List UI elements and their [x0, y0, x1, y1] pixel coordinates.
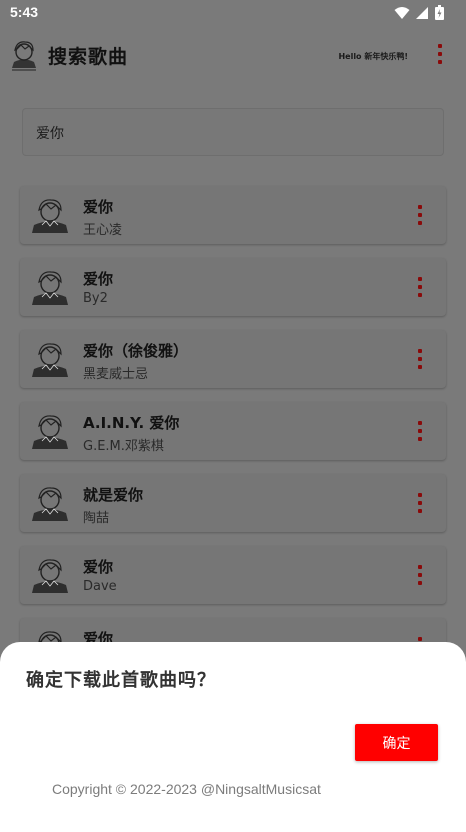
song-list-item[interactable]: 爱你 Dave [20, 546, 446, 604]
song-cover-icon [32, 199, 68, 233]
dialog-title: 确定下载此首歌曲吗？ [26, 670, 216, 691]
wifi-icon [394, 6, 410, 19]
song-list: 爱你 王心凌 爱你 By2 爱你（徐俊雅） 黑麦威士忌 A.I.N.Y. 爱你 … [20, 186, 446, 690]
signal-icon [416, 6, 428, 19]
song-title: 爱你 [83, 270, 114, 288]
song-artist: By2 [83, 291, 108, 306]
song-cover-icon [32, 415, 68, 449]
battery-icon [435, 5, 444, 20]
song-more-icon[interactable] [418, 349, 422, 369]
copyright-text: Copyright © 2022-2023 @NingsaltMusicsat [52, 781, 321, 797]
song-list-item[interactable]: 爱你 王心凌 [20, 186, 446, 244]
greeting-text: Hello 新年快乐鸭! [338, 52, 408, 61]
confirm-button[interactable]: 确定 [355, 724, 438, 761]
song-artist: 黑麦威士忌 [83, 367, 149, 382]
app-bar: 搜索歌曲 Hello 新年快乐鸭! [0, 26, 466, 86]
song-list-item[interactable]: 爱你（徐俊雅） 黑麦威士忌 [20, 330, 446, 388]
song-artist: Dave [83, 579, 117, 594]
song-title: 就是爱你 [83, 486, 144, 504]
song-list-item[interactable]: A.I.N.Y. 爱你 G.E.M.邓紫棋 [20, 402, 446, 460]
song-cover-icon [32, 343, 68, 377]
song-more-icon[interactable] [418, 565, 422, 585]
song-more-icon[interactable] [418, 277, 422, 297]
song-title: 爱你 [83, 558, 114, 576]
status-time: 5:43 [10, 4, 39, 20]
app-avatar-icon [12, 41, 36, 71]
song-cover-icon [32, 559, 68, 593]
status-bar: 5:43 [0, 0, 466, 26]
song-artist: 王心凌 [83, 223, 123, 238]
search-input[interactable] [36, 123, 416, 143]
song-cover-icon [32, 271, 68, 305]
song-artist: G.E.M.邓紫棋 [83, 439, 164, 454]
search-field[interactable] [22, 108, 444, 156]
song-cover-icon [32, 487, 68, 521]
song-more-icon[interactable] [418, 205, 422, 225]
download-confirm-dialog: 确定下载此首歌曲吗？ 确定 Copyright © 2022-2023 @Nin… [0, 642, 466, 832]
song-title: 爱你 [83, 198, 114, 216]
page-title: 搜索歌曲 [48, 46, 129, 68]
song-more-icon[interactable] [418, 421, 422, 441]
more-vert-icon[interactable] [438, 44, 442, 64]
song-title: A.I.N.Y. 爱你 [83, 414, 180, 432]
song-list-item[interactable]: 爱你 By2 [20, 258, 446, 316]
song-title: 爱你（徐俊雅） [83, 342, 189, 360]
song-artist: 陶喆 [83, 511, 110, 526]
status-icons [394, 5, 444, 20]
song-more-icon[interactable] [418, 493, 422, 513]
song-list-item[interactable]: 就是爱你 陶喆 [20, 474, 446, 532]
